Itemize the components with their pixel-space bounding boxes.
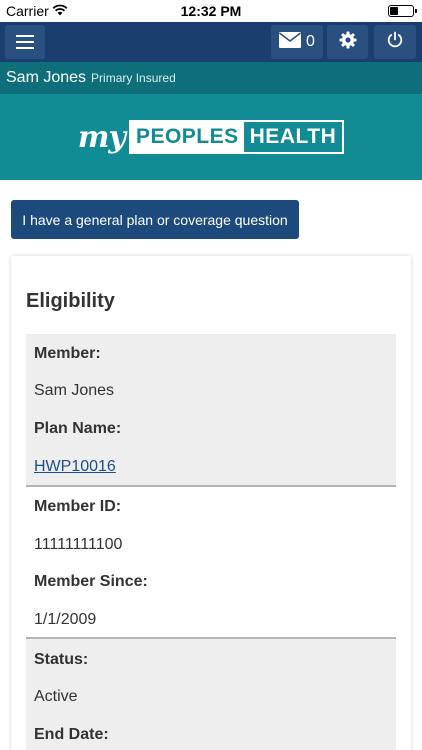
plan-name-link[interactable]: HWP10016 xyxy=(34,458,116,476)
member-id-section: Member ID: 11111111100 Member Since: 1/1… xyxy=(26,487,396,639)
top-navbar: 0 xyxy=(0,22,422,62)
user-role: Primary Insured xyxy=(91,71,176,85)
logo-my: my xyxy=(77,119,126,155)
settings-button[interactable] xyxy=(327,25,368,59)
user-name: Sam Jones xyxy=(6,69,87,86)
member-since-value: 1/1/2009 xyxy=(34,611,97,628)
logo-peoples: PEOPLES xyxy=(130,122,244,152)
eligibility-title: Eligibility xyxy=(26,290,115,312)
menu-button[interactable] xyxy=(5,25,45,59)
power-icon xyxy=(386,31,404,54)
end-date-label: End Date: xyxy=(34,726,109,743)
member-id-label: Member ID: xyxy=(34,498,122,515)
status-value: Active xyxy=(34,688,78,705)
status-section: Status: Active End Date: xyxy=(26,639,396,750)
logout-button[interactable] xyxy=(374,25,416,59)
peoples-health-logo: my PEOPLES HEALTH xyxy=(78,120,345,155)
battery-icon xyxy=(388,5,417,17)
status-label: Status: xyxy=(34,651,89,668)
member-section: Member: Sam Jones Plan Name: HWP10016 xyxy=(26,334,396,487)
message-count: 0 xyxy=(306,33,315,50)
status-time: 12:32 PM xyxy=(180,3,242,19)
gear-icon xyxy=(339,31,357,54)
member-value: Sam Jones xyxy=(34,382,115,399)
envelope-icon xyxy=(279,31,302,53)
messages-button[interactable]: 0 xyxy=(271,25,323,59)
logo-health: HEALTH xyxy=(249,125,337,148)
hamburger-icon xyxy=(16,35,34,49)
logo-band: my PEOPLES HEALTH xyxy=(0,94,422,180)
general-question-button[interactable]: I have a general plan or coverage questi… xyxy=(11,200,299,239)
status-bar: Carrier 12:32 PM xyxy=(0,0,422,22)
member-label: Member: xyxy=(34,345,101,362)
member-id-value: 11111111100 xyxy=(34,536,123,553)
eligibility-card: Eligibility Member: Sam Jones Plan Name:… xyxy=(11,256,411,750)
user-bar: Sam Jones Primary Insured xyxy=(0,62,422,94)
member-since-label: Member Since: xyxy=(34,573,148,590)
plan-name-label: Plan Name: xyxy=(34,420,122,437)
